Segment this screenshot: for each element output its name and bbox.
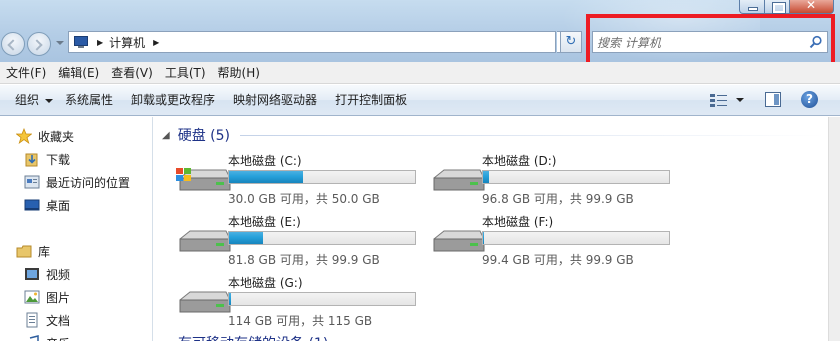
library-icon (16, 245, 32, 258)
drive-g-space-info: 114 GB 可用，共 115 GB (228, 314, 373, 328)
star-icon (16, 128, 32, 144)
drive-d-usage-fill (483, 171, 489, 183)
nav-desktop[interactable]: 桌面 (24, 195, 70, 215)
maximize-button[interactable] (765, 0, 790, 14)
music-icon (29, 335, 39, 341)
refresh-icon: ↻ (565, 34, 577, 49)
drive-g[interactable]: 本地磁盘 (G:) 114 GB 可用，共 115 GB (176, 274, 426, 336)
breadcrumb-computer[interactable]: 计算机 (109, 34, 145, 51)
pane-divider[interactable] (152, 117, 153, 341)
recent-places-icon (24, 175, 40, 189)
nav-favorites[interactable]: 收藏夹 (16, 126, 74, 146)
drive-c-usage-fill (229, 171, 303, 183)
drive-g-name: 本地磁盘 (G:) (228, 276, 303, 290)
forward-button[interactable] (27, 32, 51, 56)
documents-icon (26, 312, 38, 328)
nav-libraries[interactable]: 库 (16, 241, 50, 261)
drive-g-usage-fill (229, 293, 231, 305)
drive-d[interactable]: 本地磁盘 (D:) 96.8 GB 可用，共 99.9 GB (430, 152, 680, 214)
uninstall-program-button[interactable]: 卸载或更改程序 (122, 85, 224, 116)
hard-drive-icon (179, 291, 231, 313)
breadcrumb-arrow-icon[interactable]: ▶ (97, 38, 103, 47)
nav-downloads[interactable]: 下载 (24, 149, 70, 169)
drive-e-name: 本地磁盘 (E:) (228, 215, 301, 229)
nav-desktop-label: 桌面 (46, 198, 71, 213)
nav-downloads-label: 下载 (46, 152, 71, 167)
menu-file[interactable]: 文件(F) (0, 62, 52, 84)
nav-videos[interactable]: 视频 (24, 264, 70, 284)
address-bar[interactable]: ▶ 计算机 ▶ (68, 31, 556, 53)
hard-disks-group-label: 硬盘 (5) (177, 128, 230, 144)
nav-favorites-label: 收藏夹 (38, 129, 75, 144)
open-control-panel-button[interactable]: 打开控制面板 (326, 85, 416, 116)
pictures-icon (24, 290, 40, 304)
hard-drive-icon (179, 230, 231, 252)
nav-pictures-label: 图片 (46, 290, 71, 305)
drive-e-usage-bar (228, 231, 416, 245)
menu-help[interactable]: 帮助(H) (212, 62, 266, 84)
drive-e[interactable]: 本地磁盘 (E:) 81.8 GB 可用，共 99.9 GB (176, 213, 426, 275)
drive-e-usage-fill (229, 232, 263, 244)
drive-c[interactable]: 本地磁盘 (C:) 30.0 GB 可用，共 50.0 GB (176, 152, 426, 214)
chevron-down-icon (45, 98, 54, 103)
drive-f-usage-fill (483, 232, 484, 244)
nav-documents-label: 文档 (46, 313, 71, 328)
change-view-icon[interactable] (709, 92, 729, 108)
menu-tools[interactable]: 工具(T) (159, 62, 212, 84)
organize-label: 组织 (15, 92, 40, 107)
recent-pages-dropdown[interactable] (56, 41, 64, 45)
drive-c-name: 本地磁盘 (C:) (228, 154, 302, 168)
drive-f[interactable]: 本地磁盘 (F:) 99.4 GB 可用，共 99.9 GB (430, 213, 680, 275)
nav-documents[interactable]: 文档 (24, 310, 70, 330)
drive-e-space-info: 81.8 GB 可用，共 99.9 GB (228, 253, 380, 267)
drive-d-usage-bar (482, 170, 670, 184)
nav-recent-places-label: 最近访问的位置 (46, 175, 131, 190)
computer-icon (73, 35, 91, 49)
hard-drive-icon (433, 169, 485, 191)
drive-g-usage-bar (228, 292, 416, 306)
drive-c-usage-bar (228, 170, 416, 184)
help-icon[interactable]: ? (801, 91, 818, 108)
menu-edit[interactable]: 编辑(E) (52, 62, 105, 84)
nav-pictures[interactable]: 图片 (24, 287, 70, 307)
drive-f-space-info: 99.4 GB 可用，共 99.9 GB (482, 253, 634, 267)
drive-d-name: 本地磁盘 (D:) (482, 154, 557, 168)
drive-d-space-info: 96.8 GB 可用，共 99.9 GB (482, 192, 634, 206)
downloads-folder-icon (25, 153, 38, 167)
window-controls (739, 0, 834, 14)
vertical-scrollbar[interactable] (828, 117, 840, 341)
menu-view[interactable]: 查看(V) (105, 62, 159, 84)
nav-music[interactable]: 音乐 (24, 333, 70, 341)
hard-disks-group-header[interactable]: ◢ 硬盘 (5) (162, 125, 230, 145)
collapse-chevron-icon[interactable]: ◢ (162, 130, 170, 141)
close-button[interactable] (790, 0, 834, 14)
nav-videos-label: 视频 (46, 267, 71, 282)
hard-drive-icon (433, 230, 485, 252)
group-divider (240, 135, 825, 136)
drive-c-space-info: 30.0 GB 可用，共 50.0 GB (228, 192, 380, 206)
preview-pane-icon[interactable] (765, 92, 781, 107)
drive-f-name: 本地磁盘 (F:) (482, 215, 554, 229)
back-button[interactable] (1, 32, 25, 56)
minimize-button[interactable] (739, 0, 765, 14)
system-properties-button[interactable]: 系统属性 (56, 85, 122, 116)
map-network-drive-button[interactable]: 映射网络驱动器 (224, 85, 326, 116)
desktop-icon (24, 199, 40, 211)
menu-bar: 文件(F) 编辑(E) 查看(V) 工具(T) 帮助(H) (0, 62, 840, 84)
view-options-chevron-icon[interactable] (736, 98, 744, 102)
nav-libraries-label: 库 (38, 244, 51, 259)
removable-storage-group-header[interactable]: 有可移动存储的设备 (1) (178, 333, 328, 341)
video-icon (25, 268, 39, 280)
breadcrumb-arrow-icon[interactable]: ▶ (153, 38, 159, 47)
nav-recent-places[interactable]: 最近访问的位置 (24, 172, 130, 192)
system-drive-icon (176, 168, 231, 191)
refresh-button[interactable]: ↻ (560, 31, 582, 53)
organize-button[interactable]: 组织 (0, 85, 56, 116)
drive-f-usage-bar (482, 231, 670, 245)
nav-music-label: 音乐 (46, 335, 70, 341)
